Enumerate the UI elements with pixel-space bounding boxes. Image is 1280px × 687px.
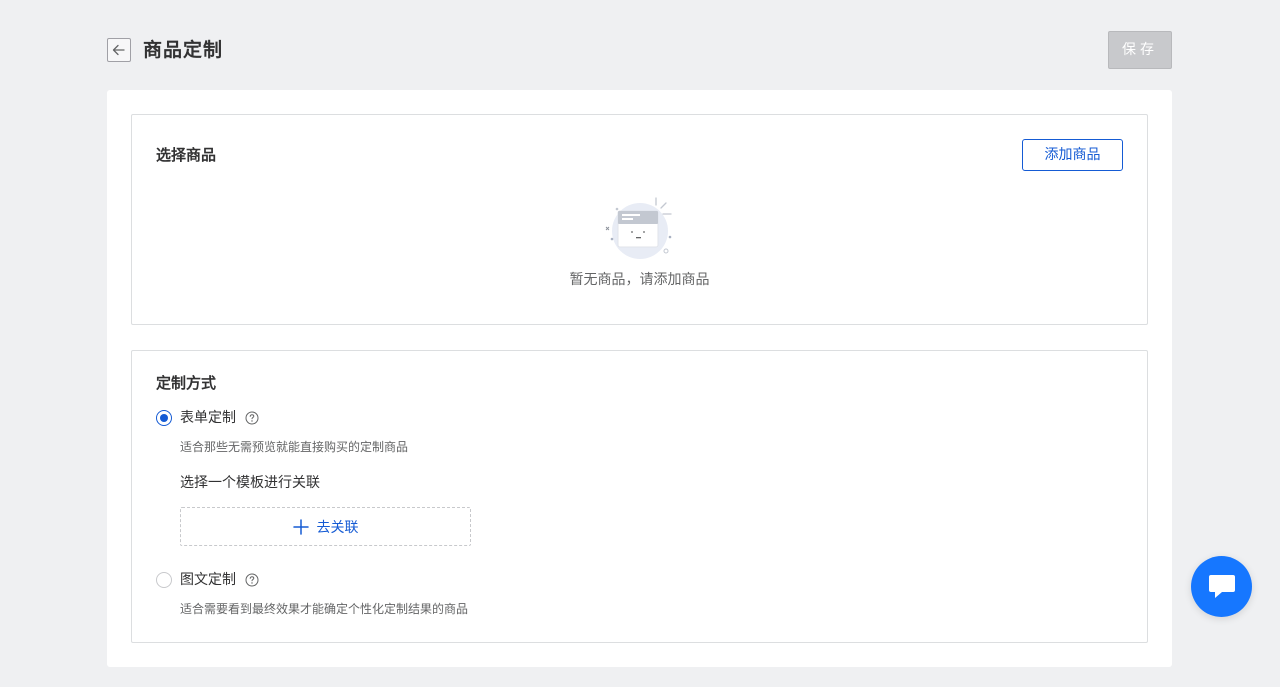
radio-option-form[interactable]: 表单定制 (156, 408, 259, 428)
radio-desc-image-text: 适合需要看到最终效果才能确定个性化定制结果的商品 (180, 602, 469, 616)
template-select-title: 选择一个模板进行关联 (180, 475, 320, 491)
page-header: 商品定制 保存 (107, 31, 1172, 69)
arrow-left-icon (112, 44, 125, 56)
question-circle-icon[interactable] (245, 573, 259, 587)
plus-icon (292, 518, 309, 535)
associate-template-button[interactable]: 去关联 (180, 507, 471, 546)
associate-template-label: 去关联 (316, 519, 359, 536)
radio-image-text[interactable] (156, 572, 172, 588)
add-goods-button[interactable]: 添加商品 (1022, 139, 1123, 171)
question-circle-icon[interactable] (245, 411, 259, 425)
section-title-goods: 选择商品 (156, 146, 217, 164)
chat-bubble-icon (1208, 574, 1235, 598)
radio-desc-form: 适合那些无需预览就能直接购买的定制商品 (180, 440, 409, 454)
radio-option-image-text[interactable]: 图文定制 (156, 570, 259, 590)
main-card: 选择商品 添加商品 暂无商品，请添加商品 定制方式 表单定制 适合那些无需预览就… (107, 90, 1172, 667)
chat-button[interactable] (1191, 556, 1252, 617)
back-button[interactable] (107, 38, 131, 62)
customize-mode-section: 定制方式 表单定制 适合那些无需预览就能直接购买的定制商品 选择一个模板进行关联… (131, 350, 1148, 643)
empty-goods-illustration (605, 197, 672, 259)
radio-label-form: 表单定制 (180, 410, 236, 426)
select-goods-section: 选择商品 添加商品 暂无商品，请添加商品 (131, 114, 1148, 325)
radio-form[interactable] (156, 410, 172, 426)
save-button[interactable]: 保存 (1108, 31, 1172, 69)
radio-label-image-text: 图文定制 (180, 572, 236, 588)
empty-goods-text: 暂无商品，请添加商品 (569, 272, 710, 288)
page-title: 商品定制 (143, 39, 224, 61)
section-title-mode: 定制方式 (156, 374, 217, 392)
